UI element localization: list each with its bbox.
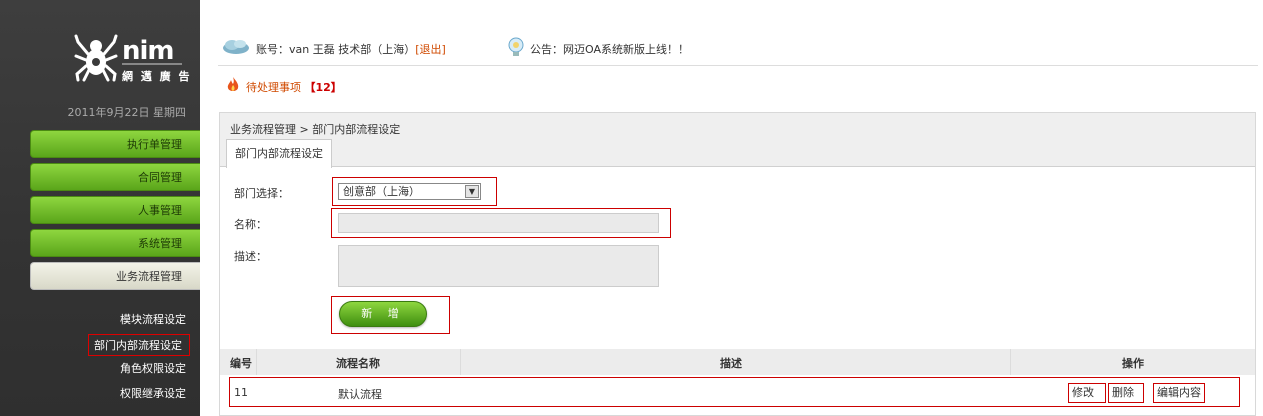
brand-logo: nim 網 邁 廣 告 (74, 34, 194, 86)
edit-content-link[interactable]: 编辑内容 (1153, 383, 1205, 403)
menu-item-execution-orders[interactable]: 执行单管理 (30, 130, 200, 158)
pending-count: 【12】 (304, 81, 342, 94)
flame-icon (227, 77, 239, 91)
dept-select-value: 创意部（上海） (343, 185, 420, 198)
desc-label: 描述： (234, 250, 267, 263)
desc-textarea[interactable] (338, 245, 659, 287)
menu-item-contracts[interactable]: 合同管理 (30, 163, 200, 191)
user-cloud-icon (223, 40, 249, 54)
dept-select[interactable]: 创意部（上海） ▼ (338, 183, 481, 200)
name-label: 名称： (234, 218, 267, 231)
tab-dept-process[interactable]: 部门内部流程设定 (226, 139, 332, 168)
panel-header: 业务流程管理 > 部门内部流程设定 部门内部流程设定 (220, 113, 1255, 168)
notice-bulb-icon (508, 37, 524, 56)
brand-name: nim (122, 36, 175, 66)
header-divider (218, 65, 1258, 66)
submenu-dept-process[interactable]: 部门内部流程设定 (88, 334, 190, 356)
col-header-name: 流程名称 (336, 357, 380, 370)
add-button[interactable]: 新 增 (339, 301, 427, 327)
brand-subtitle: 網 邁 廣 告 (122, 70, 192, 83)
brand-tagline-bar (122, 63, 182, 65)
row-id: 11 (234, 386, 248, 399)
notice-text: 公告：网迈OA系统新版上线！！ (530, 43, 689, 56)
col-header-id: 编号 (230, 357, 252, 370)
submenu-permission-inherit[interactable]: 权限继承设定 (86, 385, 186, 401)
breadcrumb: 业务流程管理 > 部门内部流程设定 (230, 123, 401, 136)
delete-link[interactable]: 删除 (1108, 383, 1144, 403)
col-divider (460, 349, 461, 375)
submenu-module-process[interactable]: 模块流程设定 (86, 311, 186, 327)
menu-item-business-process[interactable]: 业务流程管理 (30, 262, 200, 290)
col-header-desc: 描述 (720, 357, 742, 370)
main-panel: 业务流程管理 > 部门内部流程设定 部门内部流程设定 部门选择： 创意部（上海）… (219, 112, 1256, 416)
dept-label: 部门选择： (234, 187, 289, 200)
spider-logo-icon (74, 34, 118, 82)
col-divider (1010, 349, 1011, 375)
current-date: 2011年9月22日 星期四 (67, 106, 187, 119)
name-input[interactable] (338, 213, 659, 233)
logout-link[interactable]: [退出] (415, 43, 446, 56)
sidebar: nim 網 邁 廣 告 2011年9月22日 星期四 执行单管理 合同管理 人事… (0, 0, 200, 416)
chevron-down-icon[interactable]: ▼ (465, 185, 479, 198)
col-header-actions: 操作 (1122, 357, 1144, 370)
edit-link[interactable]: 修改 (1068, 383, 1106, 403)
account-text: 账号：van 王磊 技术部（上海） (256, 43, 416, 56)
row-name: 默认流程 (338, 388, 382, 401)
account-info: 账号：van 王磊 技术部（上海）[退出] (256, 41, 446, 57)
table-header: 编号 流程名称 描述 操作 (220, 349, 1255, 375)
menu-item-system[interactable]: 系统管理 (30, 229, 200, 257)
submenu-role-permission[interactable]: 角色权限设定 (86, 360, 186, 376)
col-divider (256, 349, 257, 375)
pending-items[interactable]: 待处理事项 【12】 (246, 79, 342, 95)
pending-label: 待处理事项 (246, 81, 301, 94)
menu-item-hr[interactable]: 人事管理 (30, 196, 200, 224)
